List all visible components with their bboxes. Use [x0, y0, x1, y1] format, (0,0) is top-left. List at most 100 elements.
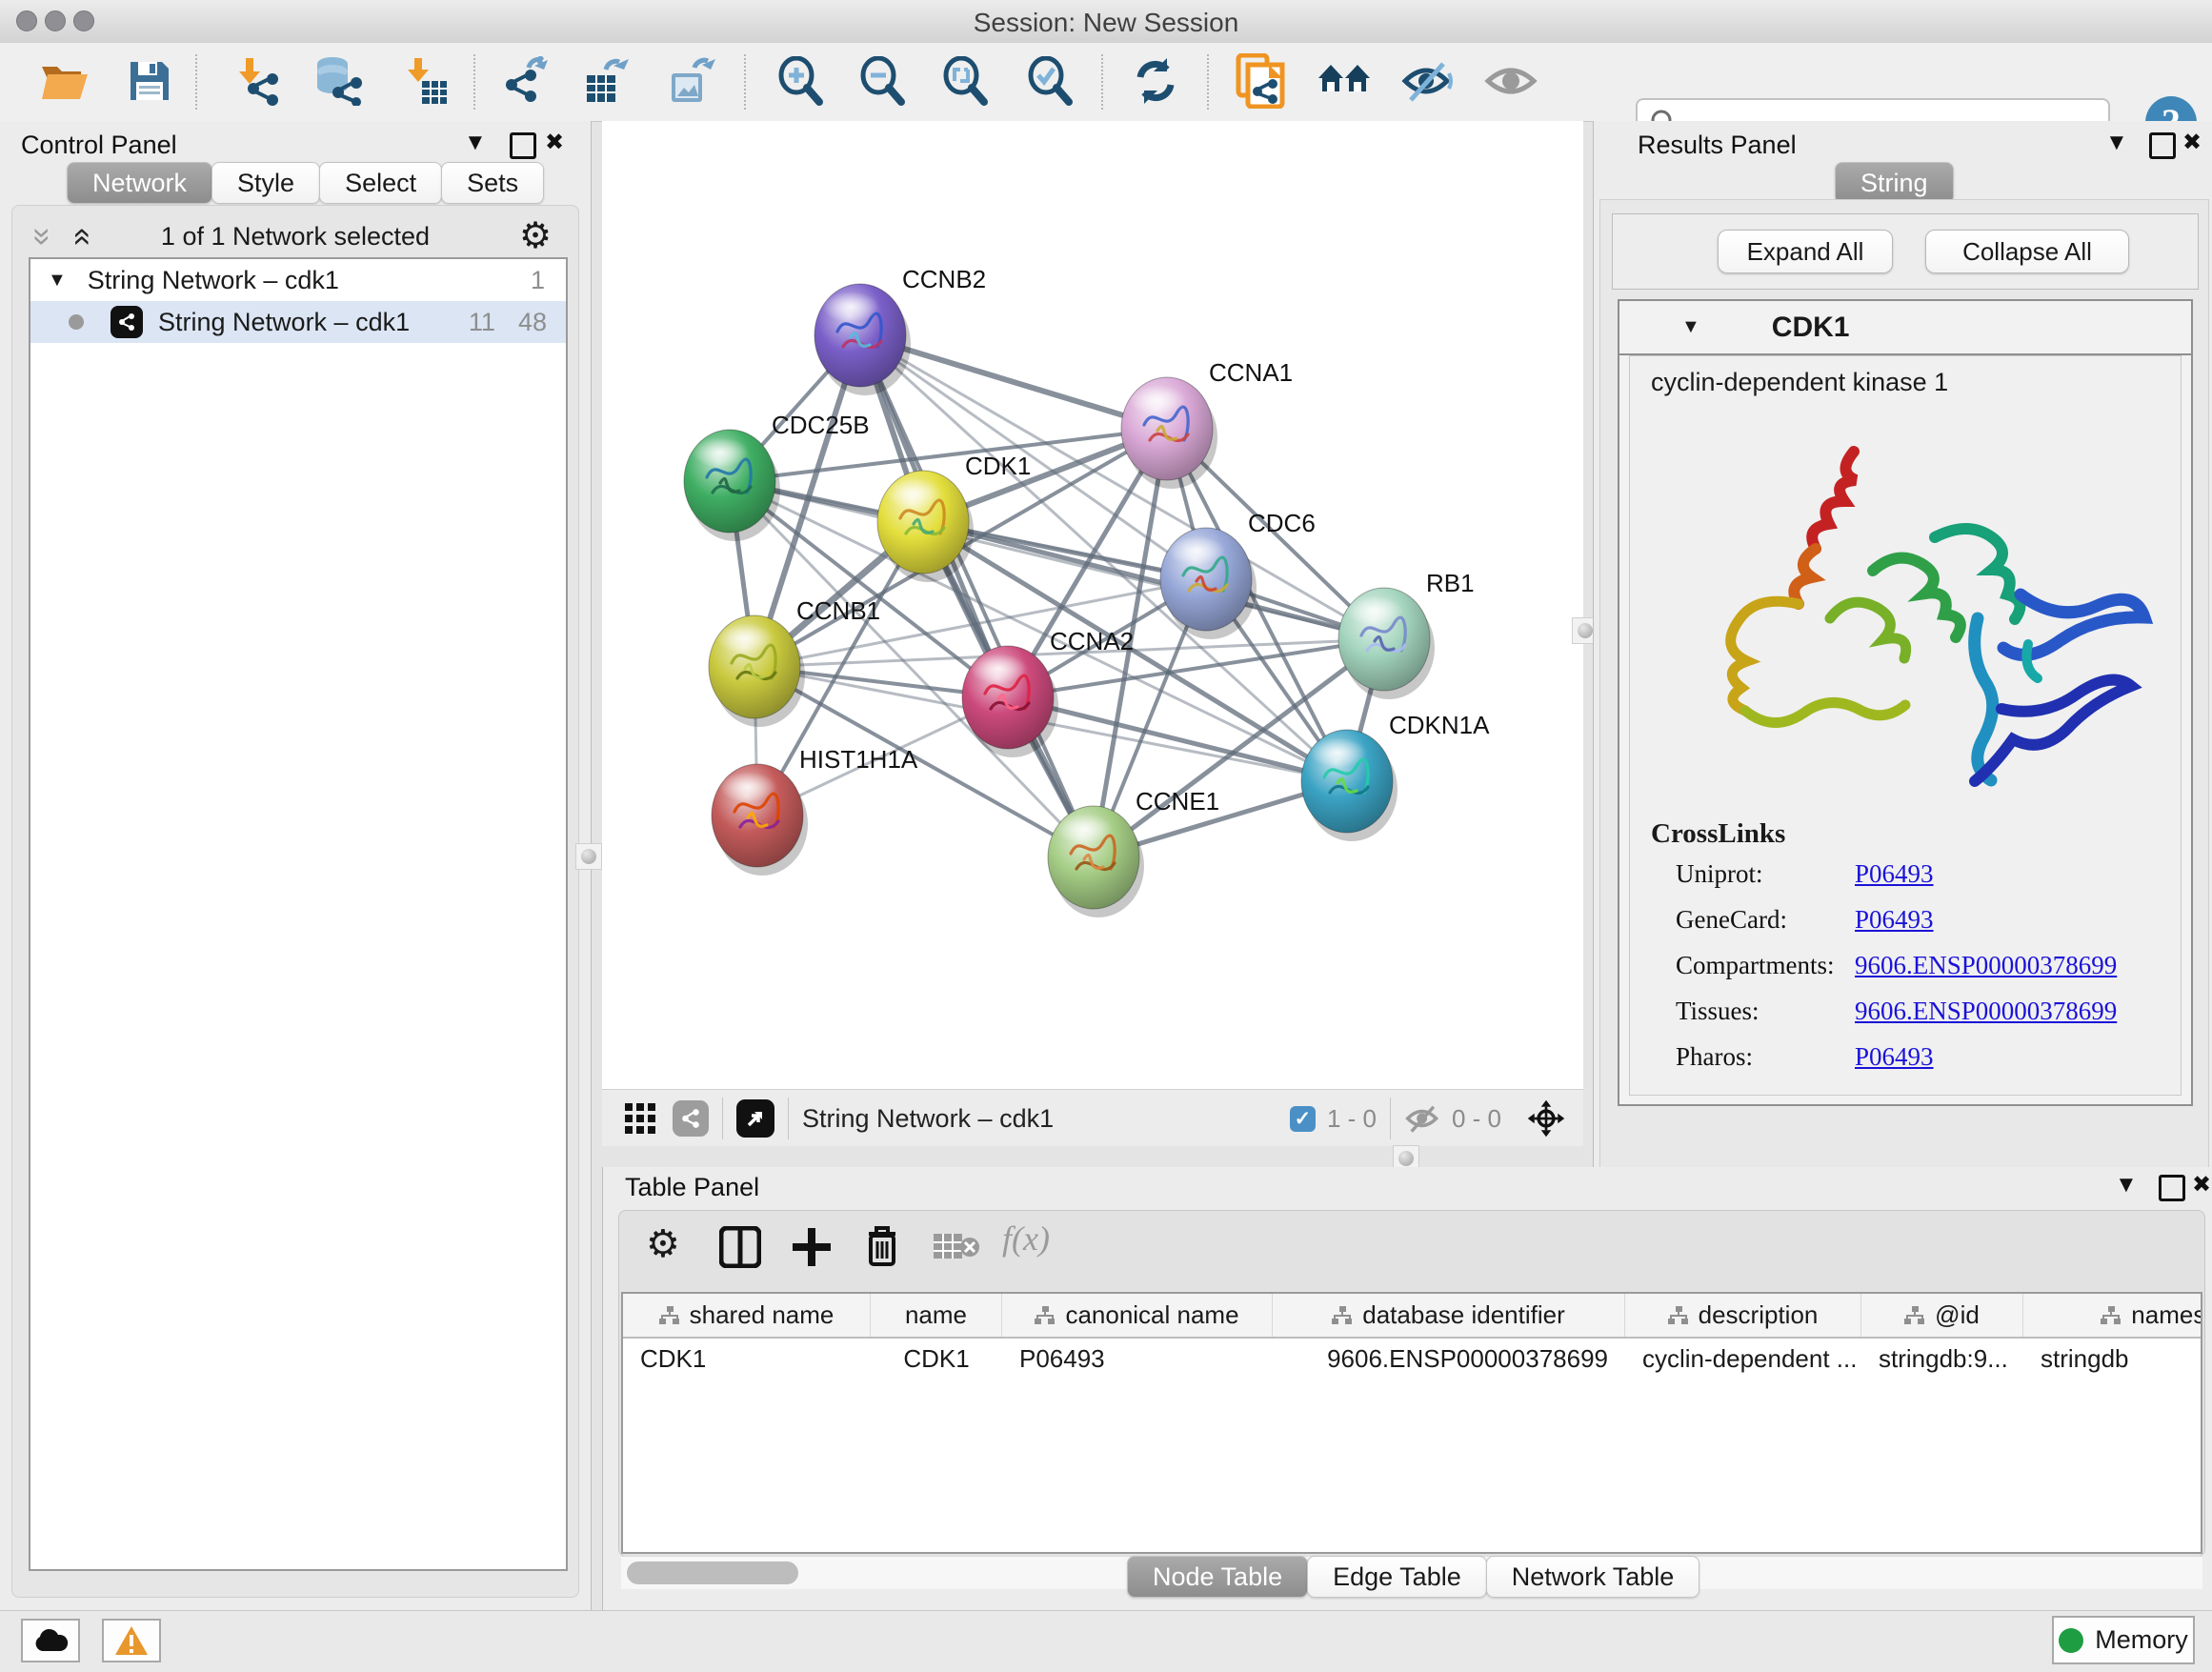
network-node-ccna1[interactable]: CCNA1 — [1121, 358, 1293, 489]
delete-column-trash-icon[interactable] — [863, 1224, 901, 1268]
zoom-in-button[interactable] — [773, 52, 828, 110]
protein-collapse-icon[interactable]: ▼ — [1681, 316, 1700, 338]
crosslink-row: Compartments:9606.ENSP00000378699 — [1676, 951, 2171, 980]
column-header-id[interactable]: @id — [1861, 1294, 2023, 1337]
network-node-cdk1[interactable]: CDK1 — [877, 452, 1031, 582]
column-header-name[interactable]: name — [871, 1294, 1002, 1337]
import-network-file-button[interactable] — [230, 52, 285, 110]
save-session-button[interactable] — [122, 52, 177, 110]
apply-layout-button[interactable] — [1128, 52, 1183, 110]
network-row[interactable]: String Network – cdk1 11 48 — [30, 301, 566, 343]
hide-selected-button[interactable] — [1400, 52, 1456, 110]
string-results-container: Expand All Collapse All ▼ CDK1 cyclin-de… — [1599, 199, 2209, 1209]
network-canvas[interactable]: CCNB2CCNA1CDC25BCDK1CDC6RB1CCNB1CCNA2CDK… — [602, 121, 1583, 1089]
column-type-icon — [1904, 1306, 1925, 1325]
tab-sets[interactable]: Sets — [441, 162, 544, 204]
tab-style[interactable]: Style — [211, 162, 320, 204]
show-all-button[interactable] — [1483, 52, 1538, 110]
tab-node-table[interactable]: Node Table — [1127, 1556, 1308, 1598]
results-panel-float-icon[interactable] — [2149, 132, 2176, 159]
control-panel-float-icon[interactable] — [510, 132, 536, 159]
export-network-icon — [502, 56, 552, 106]
grid-view-icon[interactable] — [623, 1101, 657, 1136]
network-node-ccne1[interactable]: CCNE1 — [1048, 787, 1219, 917]
results-panel-menu-icon[interactable]: ▼ — [2105, 129, 2128, 157]
collapse-all-button[interactable]: Collapse All — [1925, 230, 2129, 273]
crosslink-value-link[interactable]: 9606.ENSP00000378699 — [1855, 997, 2117, 1026]
add-column-icon[interactable] — [791, 1226, 833, 1268]
network-options-gear-icon[interactable]: ⚙ — [519, 214, 552, 257]
column-header-canonical-name[interactable]: canonical name — [1002, 1294, 1273, 1337]
pan-crosshair-icon[interactable] — [1526, 1098, 1566, 1138]
title-bar: Session: New Session — [0, 0, 2212, 44]
show-columns-icon[interactable] — [719, 1226, 761, 1268]
network-node-rb1[interactable]: RB1 — [1338, 569, 1475, 699]
crosslink-label: Tissues: — [1676, 997, 1855, 1026]
column-header-database-identifier[interactable]: database identifier — [1273, 1294, 1625, 1337]
table-cell: P06493 — [1002, 1344, 1273, 1374]
table-row[interactable]: CDK1CDK1P064939606.ENSP00000378699cyclin… — [623, 1339, 2201, 1379]
table-settings-gear-icon[interactable]: ⚙ — [646, 1222, 680, 1266]
table-panel-menu-icon[interactable]: ▼ — [2115, 1171, 2138, 1199]
column-type-icon — [1668, 1306, 1689, 1325]
first-neighbors-button[interactable] — [1317, 52, 1372, 110]
tab-string[interactable]: String — [1835, 162, 1954, 204]
import-network-database-button[interactable] — [311, 52, 366, 110]
crosslink-value-link[interactable]: P06493 — [1855, 859, 1934, 889]
network-node-cdkn1a[interactable]: CDKN1A — [1301, 711, 1490, 841]
scrollbar-thumb[interactable] — [627, 1561, 798, 1584]
network-edge[interactable] — [860, 335, 1094, 857]
export-table-button[interactable] — [580, 52, 635, 110]
tab-edge-table[interactable]: Edge Table — [1307, 1556, 1487, 1598]
network-node-hist1h1a[interactable]: HIST1H1A — [712, 745, 918, 876]
table-panel-float-icon[interactable] — [2159, 1175, 2185, 1201]
column-header-shared-name[interactable]: shared name — [623, 1294, 871, 1337]
warning-status-button[interactable] — [102, 1619, 161, 1662]
node-label: CCNA1 — [1209, 358, 1293, 387]
control-panel-close-icon[interactable]: ✖ — [545, 129, 564, 157]
network-node-cdc25b[interactable]: CDC25B — [684, 411, 870, 541]
open-file-button[interactable] — [37, 52, 92, 110]
expand-all-button[interactable]: Expand All — [1718, 230, 1893, 273]
zoom-fit-button[interactable] — [937, 52, 993, 110]
export-image-button[interactable] — [663, 52, 718, 110]
hidden-count-eye-icon — [1404, 1104, 1442, 1133]
zoom-selected-button[interactable] — [1022, 52, 1077, 110]
network-graph[interactable]: CCNB2CCNA1CDC25BCDK1CDC6RB1CCNB1CCNA2CDK… — [602, 121, 1583, 1089]
string-button-bar: Expand All Collapse All — [1612, 213, 2199, 290]
column-type-icon — [1035, 1306, 1056, 1325]
tab-select[interactable]: Select — [319, 162, 442, 204]
string-protein-query-button[interactable] — [1233, 52, 1288, 110]
control-panel-menu-icon[interactable]: ▼ — [464, 129, 487, 157]
function-builder-icon[interactable]: f(x) — [1002, 1219, 1050, 1259]
control-panel-divider-handle[interactable] — [575, 843, 602, 870]
table-cell: stringdb — [2023, 1344, 2202, 1374]
import-database-icon — [312, 56, 365, 106]
selected-count-checkbox[interactable]: ✓ — [1290, 1106, 1316, 1132]
network-view-type-icon[interactable] — [673, 1100, 709, 1137]
memory-button[interactable]: Memory — [2052, 1616, 2195, 1664]
protein-card-header[interactable]: ▼ CDK1 — [1619, 301, 2191, 355]
tab-network[interactable]: Network — [67, 162, 212, 204]
delete-table-icon[interactable] — [934, 1232, 979, 1262]
tab-network-table[interactable]: Network Table — [1486, 1556, 1700, 1598]
network-node-ccnb2[interactable]: CCNB2 — [814, 265, 986, 395]
collection-expand-icon[interactable]: ▼ — [48, 270, 67, 292]
crosslink-value-link[interactable]: P06493 — [1855, 1042, 1934, 1072]
open-folder-icon — [40, 59, 90, 103]
cloud-status-button[interactable] — [21, 1619, 80, 1662]
zoom-out-button[interactable] — [855, 52, 910, 110]
column-header-description[interactable]: description — [1625, 1294, 1861, 1337]
crosslink-value-link[interactable]: 9606.ENSP00000378699 — [1855, 951, 2117, 980]
export-network-button[interactable] — [499, 52, 554, 110]
results-panel-close-icon[interactable]: ✖ — [2182, 129, 2202, 157]
node-table[interactable]: shared namenamecanonical namedatabase id… — [621, 1292, 2202, 1554]
crosslink-value-link[interactable]: P06493 — [1855, 905, 1934, 935]
table-panel-close-icon[interactable]: ✖ — [2192, 1171, 2211, 1199]
network-collection-row[interactable]: ▼ String Network – cdk1 1 — [30, 259, 566, 301]
network-node-cdc6[interactable]: CDC6 — [1160, 509, 1316, 639]
import-table-file-button[interactable] — [398, 52, 453, 110]
crosslink-label: GeneCard: — [1676, 905, 1855, 935]
birdseye-view-icon[interactable] — [736, 1099, 774, 1138]
column-header-namespace[interactable]: namespace — [2023, 1294, 2202, 1337]
